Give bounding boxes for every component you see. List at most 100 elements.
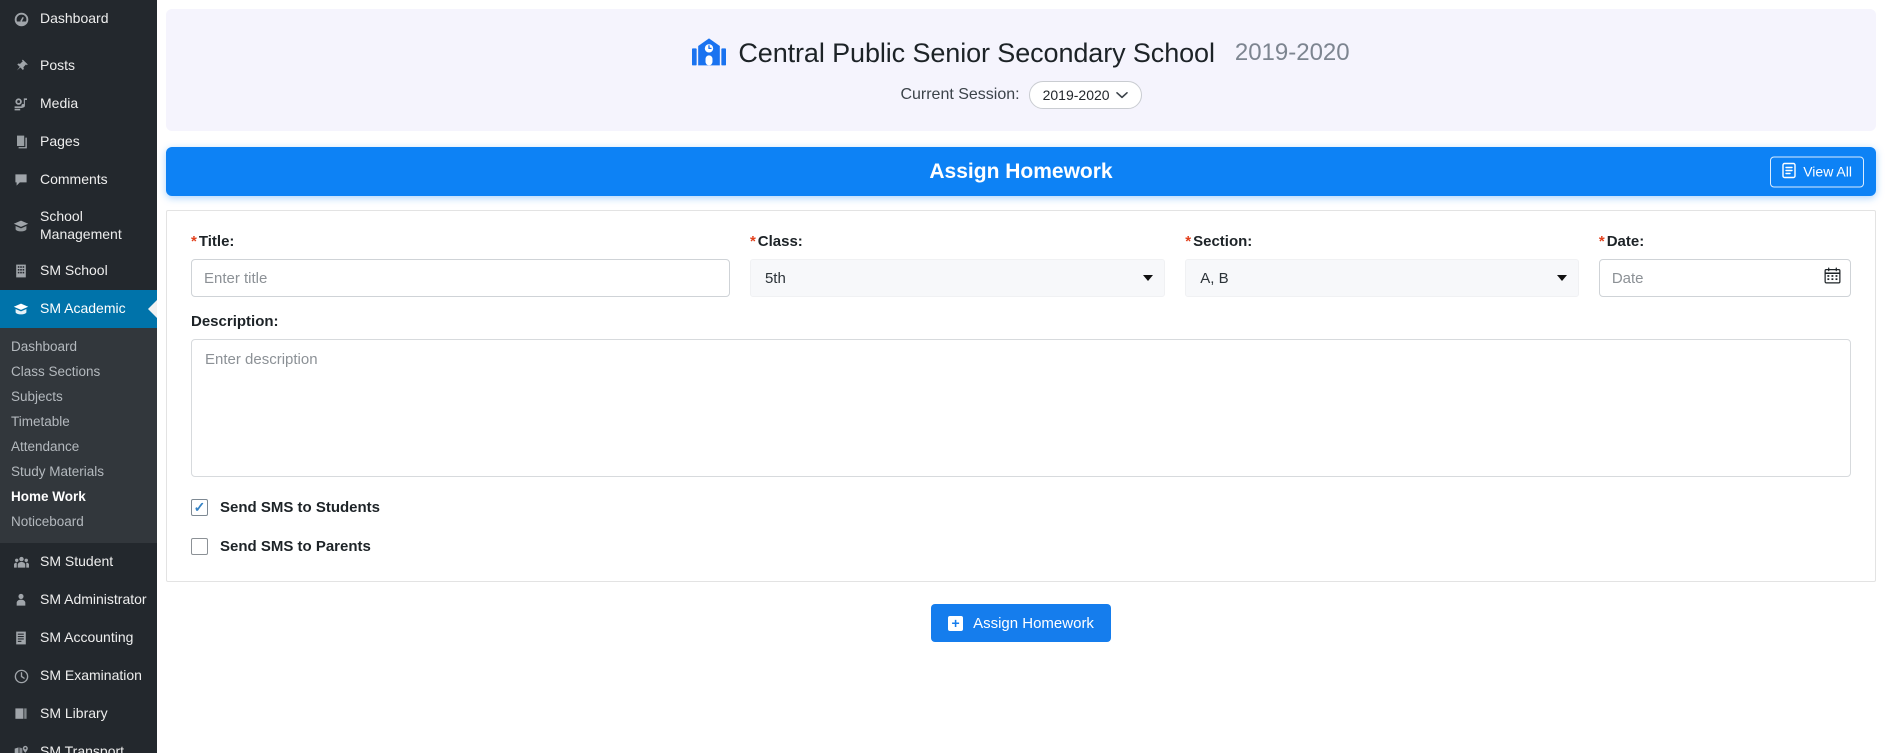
- sidebar-item-label: SM Accounting: [40, 629, 133, 647]
- graduation-cap-icon: [11, 299, 31, 319]
- map-marker-icon: [11, 742, 31, 753]
- class-select[interactable]: 5th: [750, 259, 1165, 297]
- title-label-text: Title:: [199, 233, 235, 250]
- send-sms-students-label: Send SMS to Students: [220, 499, 380, 516]
- sidebar-item-label: Comments: [40, 171, 108, 189]
- user-icon: [11, 590, 31, 610]
- sidebar-item-sm-examination[interactable]: SM Examination: [0, 657, 157, 695]
- pin-icon: [11, 56, 31, 76]
- sidebar-subitem-home-work[interactable]: Home Work: [0, 484, 157, 509]
- sidebar-item-sm-student[interactable]: SM Student: [0, 543, 157, 581]
- form-row-description: Description:: [191, 313, 1851, 477]
- graduation-cap-icon: [11, 216, 31, 236]
- sidebar-item-sm-accounting[interactable]: SM Accounting: [0, 619, 157, 657]
- view-all-button[interactable]: View All: [1770, 156, 1864, 187]
- sidebar-item-sm-library[interactable]: SM Library: [0, 695, 157, 733]
- sidebar-item-pages[interactable]: Pages: [0, 123, 157, 161]
- sidebar-divider: [0, 38, 157, 47]
- sidebar-item-label: SM Administrator: [40, 591, 147, 609]
- class-label-text: Class:: [758, 233, 803, 250]
- sidebar: Dashboard Posts Media Pages Commen: [0, 0, 157, 753]
- sidebar-subitem-subjects[interactable]: Subjects: [0, 384, 157, 409]
- sidebar-item-label: Media: [40, 95, 78, 113]
- description-textarea[interactable]: [191, 339, 1851, 477]
- chevron-down-icon: [1116, 88, 1128, 102]
- current-session-row: Current Session: 2019-2020: [900, 81, 1141, 109]
- sidebar-item-label: SM Library: [40, 705, 108, 723]
- title-input[interactable]: [191, 259, 730, 297]
- clock-icon: [11, 666, 31, 686]
- view-all-label: View All: [1803, 164, 1852, 180]
- send-sms-students-checkbox[interactable]: ✓: [191, 499, 208, 516]
- sidebar-item-label: SM Academic: [40, 300, 126, 318]
- field-group-description: Description:: [191, 313, 1851, 477]
- sidebar-subitem-study-materials[interactable]: Study Materials: [0, 459, 157, 484]
- sidebar-item-label: Pages: [40, 133, 80, 151]
- section-label-text: Section:: [1193, 233, 1252, 250]
- sidebar-item-label: SM Examination: [40, 667, 142, 685]
- field-group-class: *Class: 5th: [750, 233, 1165, 297]
- sidebar-item-sm-academic[interactable]: SM Academic: [0, 290, 157, 328]
- class-select-wrap: 5th: [750, 259, 1165, 297]
- sidebar-item-label: Dashboard: [40, 10, 109, 28]
- sidebar-item-school-management[interactable]: School Management: [0, 199, 157, 252]
- page-title: Central Public Senior Secondary School: [738, 38, 1214, 69]
- main-content: Central Public Senior Secondary School 2…: [157, 0, 1885, 753]
- title-label: *Title:: [191, 233, 730, 250]
- panel-title: Assign Homework: [929, 160, 1112, 184]
- sidebar-subitem-attendance[interactable]: Attendance: [0, 434, 157, 459]
- date-label: *Date:: [1599, 233, 1851, 250]
- sidebar-item-label: SM Transport: [40, 743, 124, 753]
- date-input[interactable]: [1599, 259, 1851, 297]
- class-label: *Class:: [750, 233, 1165, 250]
- school-session-card: Central Public Senior Secondary School 2…: [166, 9, 1876, 131]
- sidebar-item-label: Posts: [40, 57, 75, 75]
- media-icon: [11, 94, 31, 114]
- field-group-title: *Title:: [191, 233, 730, 297]
- sidebar-subitem-class-sections[interactable]: Class Sections: [0, 359, 157, 384]
- sidebar-item-dashboard[interactable]: Dashboard: [0, 0, 157, 38]
- required-mark: *: [191, 233, 197, 250]
- users-icon: [11, 552, 31, 572]
- send-sms-students-row[interactable]: ✓ Send SMS to Students: [191, 499, 1851, 516]
- section-select-wrap: A, B: [1185, 259, 1579, 297]
- pages-icon: [11, 132, 31, 152]
- required-mark: *: [750, 233, 756, 250]
- sidebar-subitem-noticeboard[interactable]: Noticeboard: [0, 509, 157, 534]
- assign-homework-submit-label: Assign Homework: [973, 615, 1094, 632]
- send-sms-parents-row[interactable]: Send SMS to Parents: [191, 538, 1851, 555]
- dashboard-icon: [11, 9, 31, 29]
- assign-homework-submit-button[interactable]: + Assign Homework: [931, 604, 1111, 642]
- school-session-year: 2019-2020: [1235, 39, 1350, 67]
- sidebar-item-media[interactable]: Media: [0, 85, 157, 123]
- book-icon: [11, 704, 31, 724]
- sidebar-item-sm-transport[interactable]: SM Transport: [0, 733, 157, 753]
- comment-icon: [11, 170, 31, 190]
- sidebar-subitem-dashboard[interactable]: Dashboard: [0, 334, 157, 359]
- assign-homework-form: *Title: *Class: 5th *Section:: [166, 210, 1876, 582]
- list-book-icon: [1782, 162, 1796, 181]
- session-select[interactable]: 2019-2020: [1029, 81, 1142, 109]
- check-icon: ✓: [194, 500, 206, 514]
- sidebar-item-sm-school[interactable]: SM School: [0, 252, 157, 290]
- sidebar-item-posts[interactable]: Posts: [0, 47, 157, 85]
- session-select-value: 2019-2020: [1043, 87, 1110, 103]
- sidebar-submenu-sm-academic: Dashboard Class Sections Subjects Timeta…: [0, 328, 157, 543]
- field-group-date: *Date:: [1599, 233, 1851, 297]
- school-building-icon: [692, 38, 726, 68]
- send-sms-parents-checkbox[interactable]: [191, 538, 208, 555]
- section-select[interactable]: A, B: [1185, 259, 1579, 297]
- school-title-row: Central Public Senior Secondary School 2…: [692, 38, 1349, 69]
- sidebar-item-label: SM Student: [40, 553, 113, 571]
- send-sms-parents-label: Send SMS to Parents: [220, 538, 371, 555]
- sidebar-item-sm-administrator[interactable]: SM Administrator: [0, 581, 157, 619]
- building-icon: [11, 261, 31, 281]
- plus-icon: +: [948, 616, 963, 631]
- ledger-icon: [11, 628, 31, 648]
- panel-header: Assign Homework View All: [166, 147, 1876, 196]
- current-session-label: Current Session:: [900, 86, 1019, 104]
- sidebar-subitem-timetable[interactable]: Timetable: [0, 409, 157, 434]
- section-label: *Section:: [1185, 233, 1579, 250]
- required-mark: *: [1599, 233, 1605, 250]
- sidebar-item-comments[interactable]: Comments: [0, 161, 157, 199]
